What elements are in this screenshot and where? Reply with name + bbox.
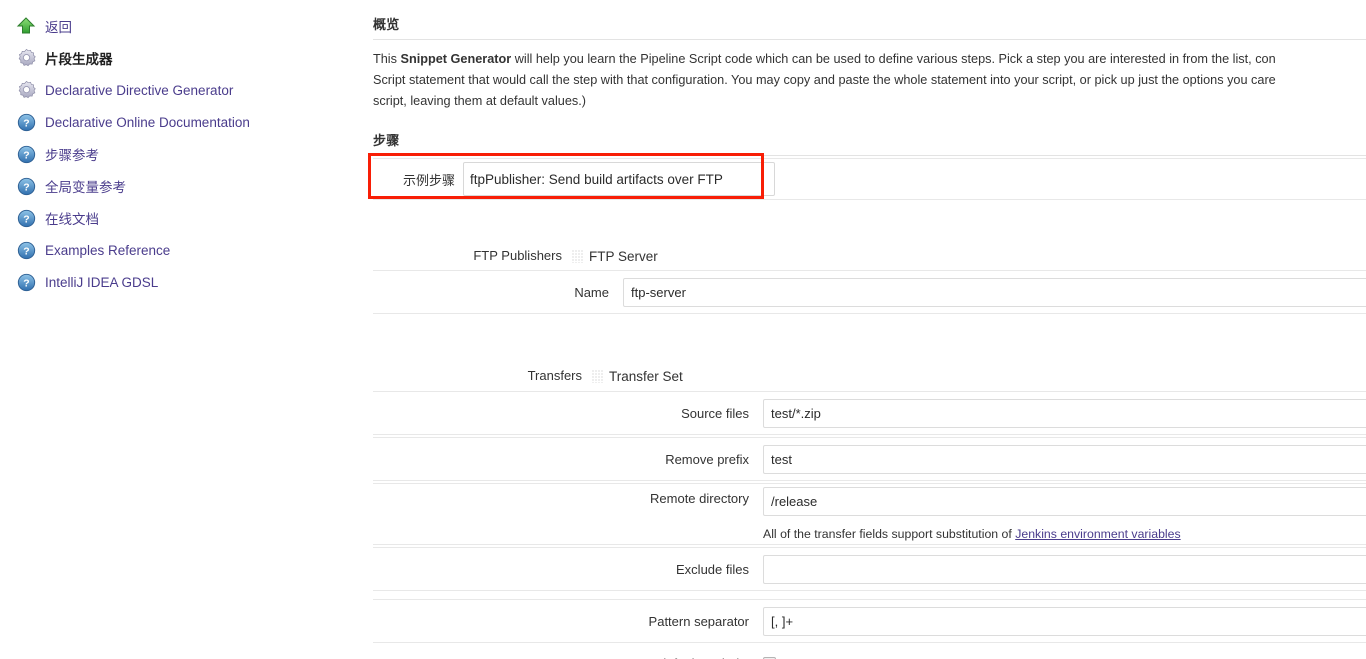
source-files-input[interactable] — [763, 398, 1366, 428]
ftp-publishers-row: FTP Publishers FTP Server — [373, 246, 1366, 266]
sidebar-item-online-documentation[interactable]: ? 在线文档 — [0, 202, 360, 234]
steps-divider — [373, 155, 1366, 156]
transfers-label: Transfers — [527, 368, 582, 383]
sidebar-item-label: Declarative Online Documentation — [45, 114, 250, 130]
jenkins-environment-variables-link[interactable]: Jenkins environment variables — [1015, 527, 1180, 541]
help-icon: ? — [14, 238, 38, 262]
step-selector-table: 示例步骤 ftpPublisher: Send build artifacts … — [373, 158, 1366, 200]
intro-prefix: This — [373, 52, 401, 66]
sidebar-item-label: 步骤参考 — [45, 148, 99, 164]
sample-step-row: 示例步骤 ftpPublisher: Send build artifacts … — [373, 158, 1366, 200]
svg-text:?: ? — [23, 278, 29, 289]
step-selector-block: 示例步骤 ftpPublisher: Send build artifacts … — [368, 153, 1366, 200]
gear-icon — [14, 78, 38, 102]
snippet-generator-page: 返回 片段生成器 Declarative Directive Generator… — [0, 0, 1366, 659]
note-text: All of the transfer fields support subst… — [763, 527, 1016, 541]
sidebar-item-label: Examples Reference — [45, 242, 171, 258]
help-icon: ? — [14, 270, 38, 294]
sample-step-cell: ftpPublisher: Send build artifacts over … — [463, 159, 1366, 200]
sidebar-item-back[interactable]: 返回 — [0, 10, 360, 42]
source-files-row: Source files — [373, 391, 1366, 435]
intro-line-2: Script statement that would call the ste… — [373, 73, 1276, 87]
gear-icon — [14, 46, 38, 70]
pattern-separator-row: Pattern separator — [373, 599, 1366, 643]
transfer-fields-note: All of the transfer fields support subst… — [763, 525, 1366, 543]
transfer-set-group-label: Transfer Set — [609, 368, 683, 384]
remote-directory-label: Remote directory — [650, 491, 749, 506]
remove-prefix-row: Remove prefix — [373, 437, 1366, 481]
remote-directory-cell: All of the transfer fields support subst… — [763, 484, 1366, 543]
steps-heading: 步骤 — [373, 134, 400, 149]
remove-prefix-input[interactable] — [763, 444, 1366, 474]
sidebar-item-step-reference[interactable]: ? 步骤参考 — [0, 138, 360, 170]
no-default-excludes-label: No default excludes — [373, 656, 763, 659]
up-arrow-icon — [14, 14, 38, 38]
help-icon: ? — [14, 110, 38, 134]
remote-directory-row: Remote directory All of the transfer fie… — [373, 483, 1366, 545]
sidebar-item-examples-reference[interactable]: ? Examples Reference — [0, 234, 360, 266]
no-default-excludes-row: No default excludes — [373, 650, 1366, 659]
pattern-separator-label: Pattern separator — [648, 613, 749, 629]
drag-handle-icon[interactable] — [592, 369, 603, 383]
svg-text:?: ? — [23, 214, 29, 225]
ftp-publishers-label: FTP Publishers — [473, 248, 562, 263]
svg-text:?: ? — [23, 182, 29, 193]
exclude-files-label: Exclude files — [676, 561, 749, 577]
sample-step-label: 示例步骤 — [402, 173, 455, 189]
help-icon: ? — [14, 206, 38, 230]
source-files-label: Source files — [681, 405, 749, 421]
exclude-files-row: Exclude files — [373, 547, 1366, 591]
remote-directory-input[interactable] — [763, 487, 1366, 516]
sidebar-item-snippet-generator[interactable]: 片段生成器 — [0, 42, 360, 74]
name-field-row: Name — [373, 270, 1366, 314]
name-label: Name — [574, 284, 609, 300]
sidebar-item-label: Declarative Directive Generator — [45, 82, 234, 98]
overview-heading: 概览 — [373, 18, 400, 33]
transfer-set-group-title: Transfer Set — [592, 366, 683, 386]
sidebar: 返回 片段生成器 Declarative Directive Generator… — [0, 0, 360, 298]
svg-text:?: ? — [23, 246, 29, 257]
main-content: 概览 This Snippet Generator will help you … — [368, 0, 1366, 659]
intro-paragraph: This Snippet Generator will help you lea… — [373, 49, 1366, 112]
sidebar-item-label: 在线文档 — [45, 212, 99, 228]
remove-prefix-label: Remove prefix — [665, 451, 749, 467]
ftp-server-group-label: FTP Server — [589, 248, 658, 264]
intro-line-3: script, leaving them at default values.) — [373, 94, 586, 108]
sidebar-item-global-variable-reference[interactable]: ? 全局变量参考 — [0, 170, 360, 202]
intro-strong: Snippet Generator — [400, 52, 512, 66]
ftp-server-group-title: FTP Server — [572, 246, 658, 266]
drag-handle-icon[interactable] — [572, 249, 583, 263]
exclude-files-input[interactable] — [763, 554, 1366, 584]
svg-text:?: ? — [23, 118, 29, 129]
overview-divider — [373, 39, 1366, 40]
sidebar-item-label: 片段生成器 — [45, 52, 113, 68]
svg-text:?: ? — [23, 150, 29, 161]
sidebar-item-declarative-directive-generator[interactable]: Declarative Directive Generator — [0, 74, 360, 106]
sidebar-item-intellij-idea-gdsl[interactable]: ? IntelliJ IDEA GDSL — [0, 266, 360, 298]
name-input[interactable] — [623, 277, 1366, 307]
sidebar-item-label: IntelliJ IDEA GDSL — [45, 274, 159, 290]
help-icon: ? — [14, 142, 38, 166]
sidebar-item-label: 全局变量参考 — [45, 180, 126, 196]
pattern-separator-input[interactable] — [763, 606, 1366, 636]
step-config: FTP Publishers FTP Server Name Transfers… — [373, 246, 1366, 659]
transfers-row: Transfers Transfer Set — [373, 366, 1366, 386]
intro-line-1: This Snippet Generator will help you lea… — [373, 49, 1366, 70]
help-icon: ? — [14, 174, 38, 198]
intro-suffix: will help you learn the Pipeline Script … — [511, 52, 1276, 66]
sidebar-item-label: 返回 — [45, 20, 72, 36]
sample-step-select[interactable]: ftpPublisher: Send build artifacts over … — [463, 162, 775, 196]
sidebar-item-declarative-online-documentation[interactable]: ? Declarative Online Documentation — [0, 106, 360, 138]
